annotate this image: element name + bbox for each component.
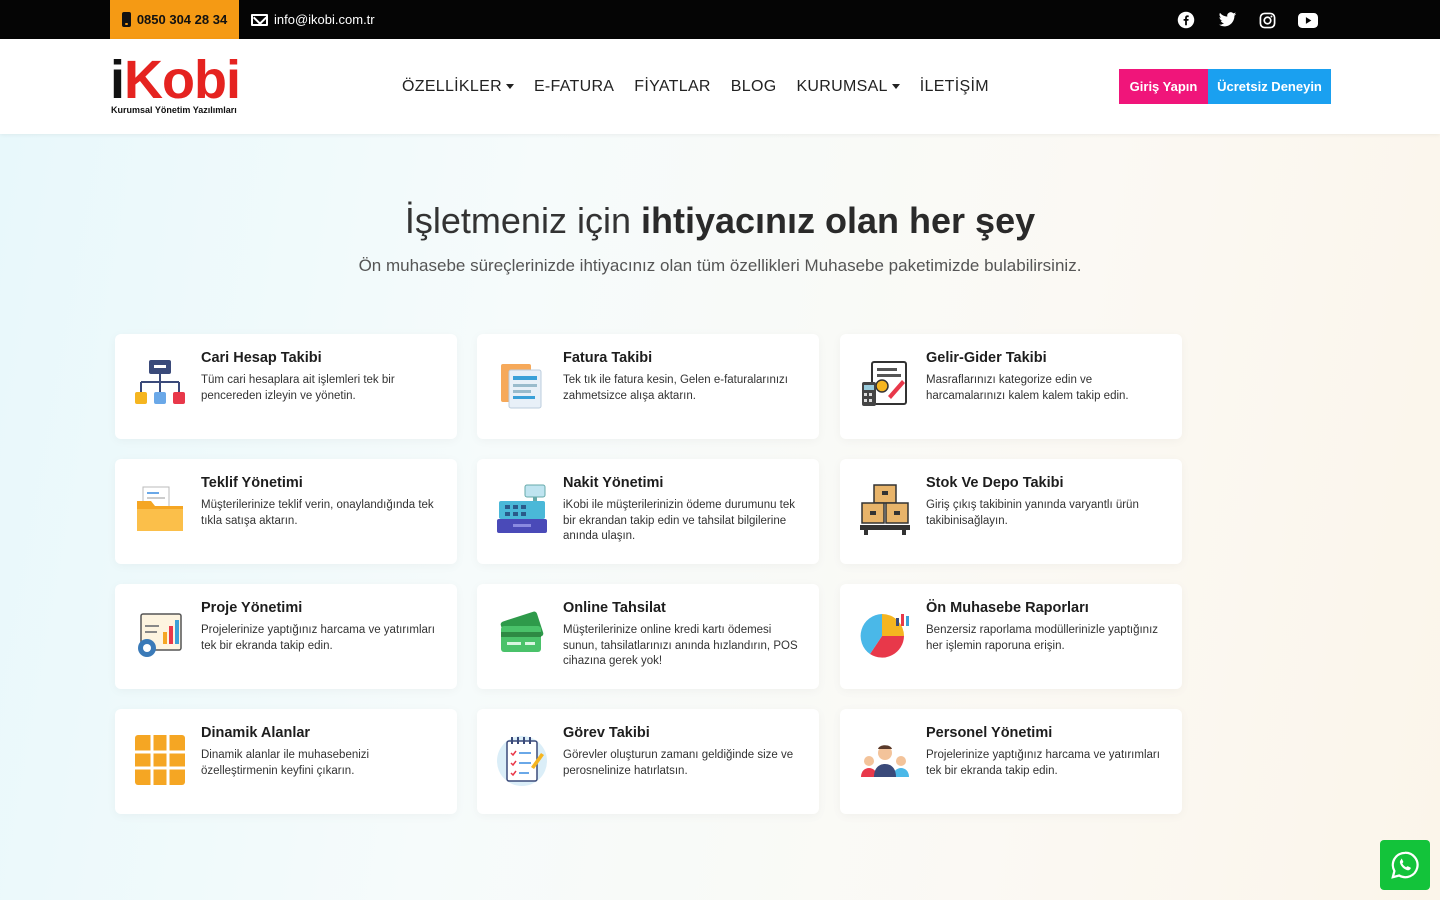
youtube-icon[interactable] <box>1298 10 1318 30</box>
stock-boxes-icon <box>858 483 912 537</box>
cash-register-icon <box>495 483 549 537</box>
feature-card-gorev[interactable]: Görev Takibi Görevler oluşturun zamanı g… <box>477 709 819 814</box>
logo-tagline: Kurumsal Yönetim Yazılımları <box>111 105 237 115</box>
phone-link[interactable]: 0850 304 28 34 <box>110 0 239 39</box>
nav-item-ozellikler[interactable]: ÖZELLİKLER <box>402 78 514 96</box>
feature-title: Personel Yönetimi <box>926 725 1053 741</box>
hero-title: İşletmeniz için ihtiyacınız olan her şey <box>404 200 1036 241</box>
whatsapp-button[interactable] <box>1380 840 1430 890</box>
feature-card-nakit[interactable]: Nakit Yönetimi iKobi ile müşterilerinizi… <box>477 459 819 564</box>
feature-description: Projelerinize yaptığınız harcama ve yatı… <box>926 749 1160 777</box>
pie-chart-report-icon <box>858 608 912 662</box>
features-section: İşletmeniz için ihtiyacınız olan her şey… <box>0 134 1440 900</box>
feature-description: Görevler oluşturun zamanı geldiğinde siz… <box>563 749 794 777</box>
ikobi-logo[interactable]: iKobi Kurumsal Yönetim Yazılımları <box>110 53 250 117</box>
grid-fields-icon <box>133 733 187 787</box>
feature-title: Fatura Takibi <box>563 350 653 366</box>
nav-item-kurumsal[interactable]: KURUMSAL <box>796 78 900 96</box>
feature-description: Giriş çıkış takibinin yanında varyantlı … <box>926 499 1139 527</box>
feature-description: Benzersiz raporlama modüllerinizle yaptı… <box>926 624 1159 652</box>
site-header: iKobi Kurumsal Yönetim Yazılımları ÖZELL… <box>0 39 1440 134</box>
feature-title: Stok Ve Depo Takibi <box>926 475 1064 491</box>
email-link[interactable]: info@ikobi.com.tr <box>251 0 375 39</box>
invoice-icon <box>495 358 549 412</box>
mobile-phone-icon <box>121 12 131 27</box>
feature-title: Gelir-Gider Takibi <box>926 350 1047 366</box>
feature-card-personel[interactable]: Personel Yönetimi Projelerinize yaptığın… <box>840 709 1182 814</box>
task-checklist-icon <box>495 733 549 787</box>
feature-description: Masraflarınızı kategorize edin ve harcam… <box>926 374 1129 402</box>
feature-title: Cari Hesap Takibi <box>201 350 322 366</box>
feature-description: Projelerinize yaptığınız harcama ve yatı… <box>201 624 435 652</box>
feature-title: Teklif Yönetimi <box>201 475 303 491</box>
feature-description: Tüm cari hesaplara ait işlemleri tek bir… <box>201 374 395 402</box>
feature-description: Müşterilerinize teklif verin, onaylandığ… <box>201 499 434 527</box>
whatsapp-icon <box>1391 851 1419 879</box>
top-bar: 0850 304 28 34 info@ikobi.com.tr <box>0 0 1440 39</box>
feature-description: Müşterilerinize online kredi kartı ödeme… <box>563 624 798 667</box>
nav-item-fiyatlar[interactable]: FİYATLAR <box>634 78 711 96</box>
instagram-icon[interactable] <box>1257 10 1277 30</box>
nav-item-e-fatura[interactable]: E-FATURA <box>534 78 614 96</box>
logo-wordmark: iKobi <box>110 50 241 110</box>
feature-card-raporlar[interactable]: Ön Muhasebe Raporları Benzersiz raporlam… <box>840 584 1182 689</box>
main-nav: ÖZELLİKLER E-FATURA FİYATLAR BLOG KURUMS… <box>402 39 989 134</box>
caret-down-icon <box>891 84 900 89</box>
free-trial-button[interactable]: Ücretsiz Deneyin <box>1208 69 1331 104</box>
proposal-folder-icon <box>133 483 187 537</box>
feature-title: Dinamik Alanlar <box>201 725 311 741</box>
phone-number: 0850 304 28 34 <box>136 12 228 27</box>
project-chart-gear-icon <box>133 608 187 662</box>
login-button[interactable]: Giriş Yapın <box>1119 69 1208 104</box>
org-chart-icon <box>133 358 187 412</box>
feature-title: Görev Takibi <box>563 725 650 741</box>
feature-card-teklif[interactable]: Teklif Yönetimi Müşterilerinize teklif v… <box>115 459 457 564</box>
staff-team-icon <box>858 733 912 787</box>
feature-card-stok[interactable]: Stok Ve Depo Takibi Giriş çıkış takibini… <box>840 459 1182 564</box>
twitter-icon[interactable] <box>1217 10 1237 30</box>
feature-card-cari-hesap[interactable]: Cari Hesap Takibi Tüm cari hesaplara ait… <box>115 334 457 439</box>
nav-item-blog[interactable]: BLOG <box>731 78 777 96</box>
feature-card-proje[interactable]: Proje Yönetimi Projelerinize yaptığınız … <box>115 584 457 689</box>
feature-description: iKobi ile müşterilerinizin ödeme durumun… <box>563 499 796 542</box>
feature-description: Tek tık ile fatura kesin, Gelen e-fatura… <box>563 374 788 402</box>
feature-title: Ön Muhasebe Raporları <box>926 600 1089 616</box>
feature-card-gelir-gider[interactable]: Gelir-Gider Takibi Masraflarınızı katego… <box>840 334 1182 439</box>
email-address: info@ikobi.com.tr <box>274 12 375 27</box>
credit-card-icon <box>495 608 549 662</box>
feature-title: Online Tahsilat <box>563 600 666 616</box>
feature-card-dinamik-alanlar[interactable]: Dinamik Alanlar Dinamik alanlar ile muha… <box>115 709 457 814</box>
expense-calculator-icon <box>858 358 912 412</box>
caret-down-icon <box>505 84 514 89</box>
feature-description: Dinamik alanlar ile muhasebenizi özelleş… <box>201 749 370 777</box>
hero-subtitle: Ön muhasebe süreçlerinizde ihtiyacınız o… <box>358 256 1082 275</box>
nav-item-iletisim[interactable]: İLETİŞİM <box>920 78 989 96</box>
feature-title: Proje Yönetimi <box>201 600 303 616</box>
feature-title: Nakit Yönetimi <box>563 475 664 491</box>
facebook-icon[interactable] <box>1176 10 1196 30</box>
envelope-icon <box>251 13 268 26</box>
feature-card-online-tahsilat[interactable]: Online Tahsilat Müşterilerinize online k… <box>477 584 819 689</box>
feature-card-fatura[interactable]: Fatura Takibi Tek tık ile fatura kesin, … <box>477 334 819 439</box>
